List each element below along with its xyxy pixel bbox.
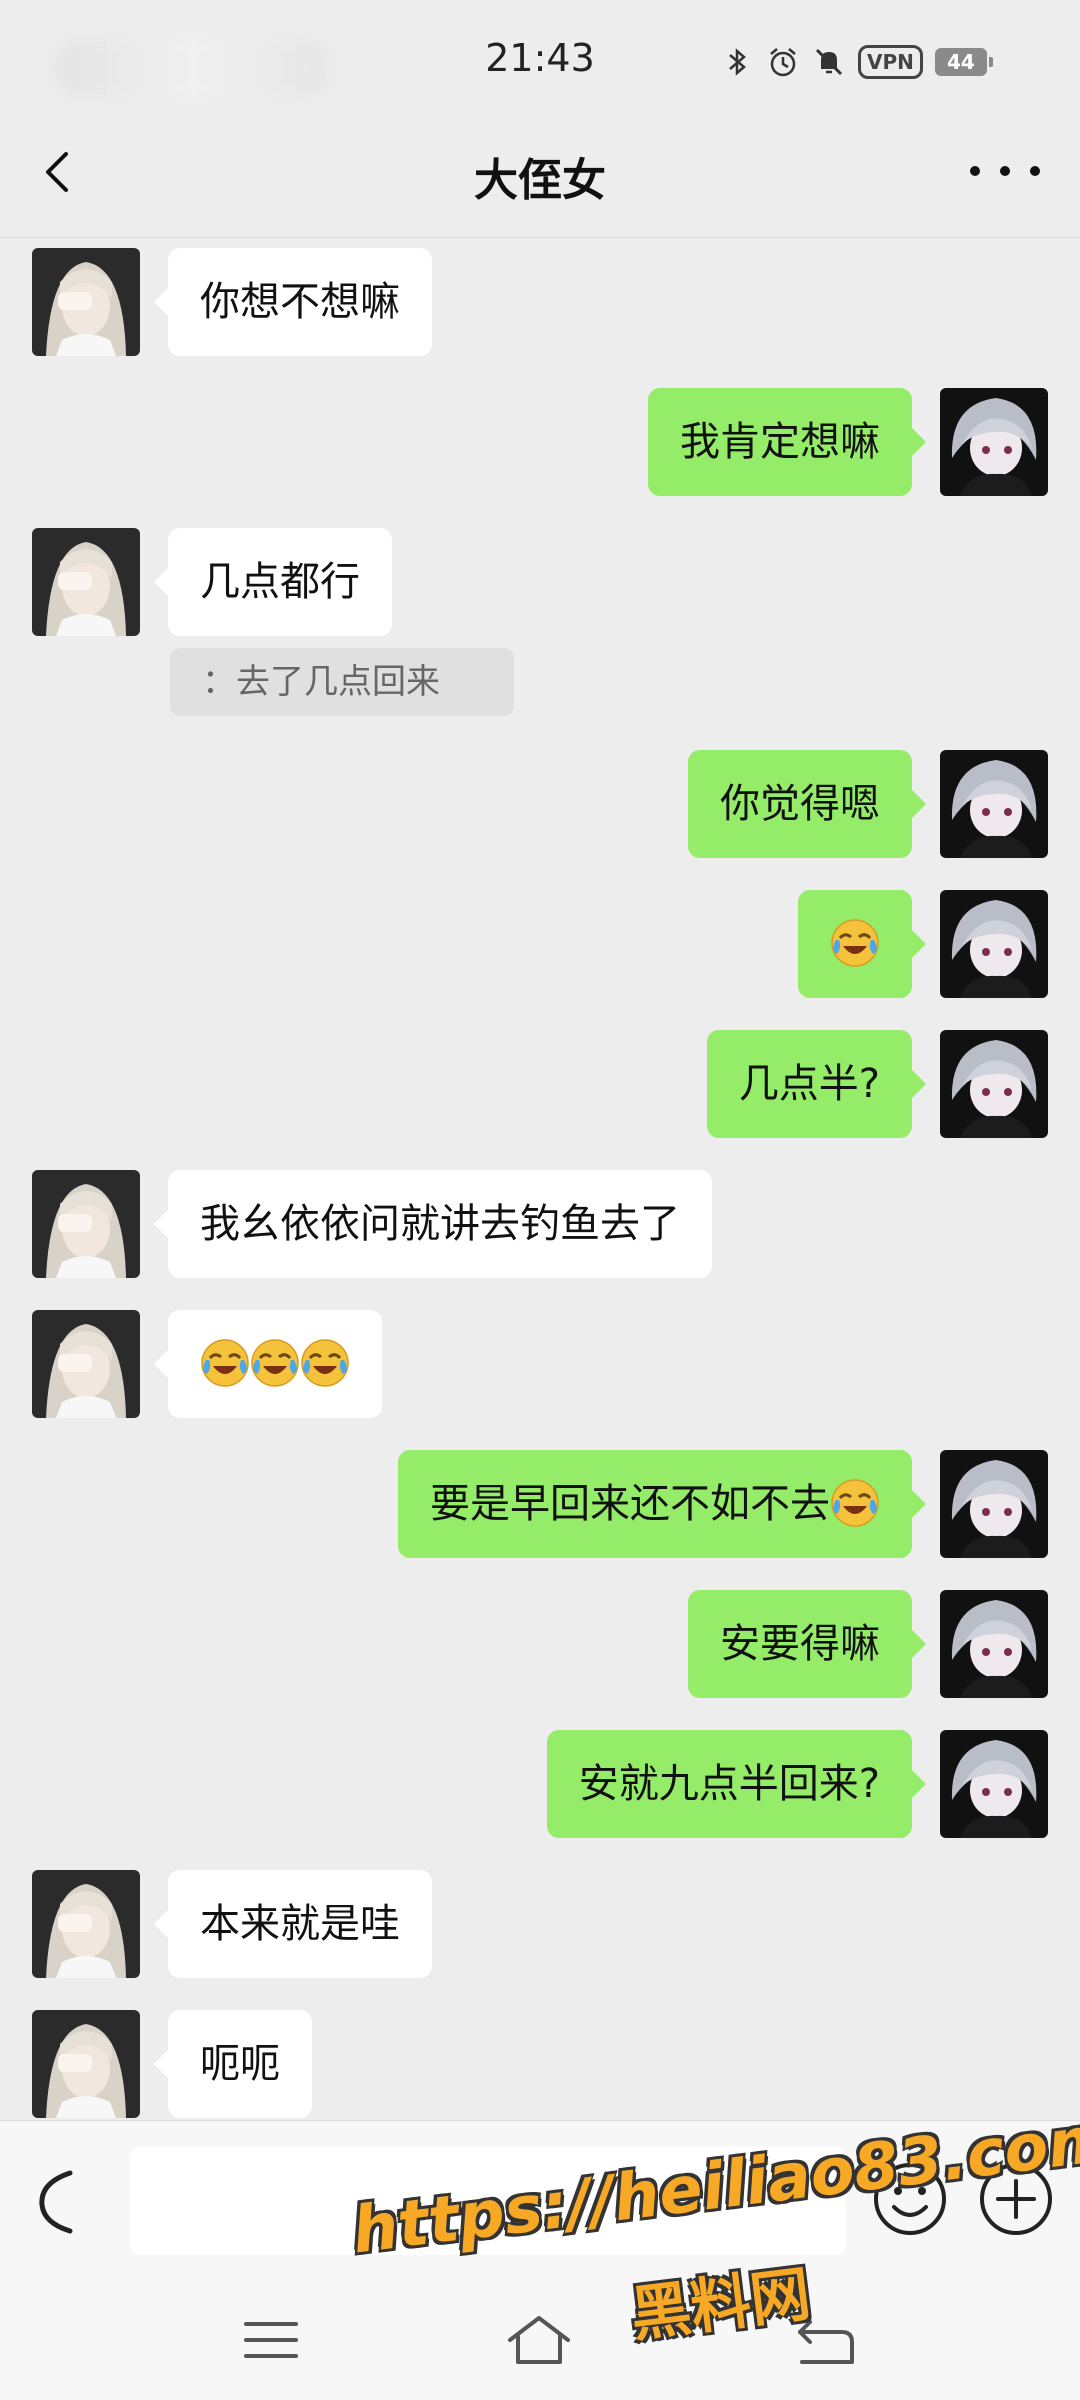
back-icon[interactable]	[790, 2310, 860, 2370]
message-row: 几点半?	[0, 1030, 1080, 1138]
face-with-tears-of-joy-icon	[830, 1478, 880, 1528]
plus-icon[interactable]	[974, 2157, 1058, 2241]
message-input[interactable]	[130, 2147, 846, 2255]
message-bubble[interactable]: 安就九点半回来?	[546, 1730, 927, 1838]
quoted-reply[interactable]: ：去了几点回来	[170, 648, 514, 716]
message-row	[0, 890, 1080, 998]
message-bubble[interactable]	[154, 1310, 382, 1418]
menu-icon[interactable]	[236, 2310, 306, 2370]
message-bubble[interactable]: 安要得嘛	[688, 1590, 926, 1698]
contact-avatar[interactable]	[32, 528, 140, 636]
voice-icon[interactable]	[26, 2161, 96, 2241]
contact-avatar[interactable]	[32, 248, 140, 356]
chat-header: 大侄女	[0, 120, 1080, 238]
my-avatar[interactable]	[940, 1030, 1048, 1138]
message-bubble[interactable]: 我肯定想嘛	[648, 388, 926, 496]
message-bubble[interactable]: 要是早回来还不如不去	[398, 1450, 926, 1558]
message-bubble[interactable]: 几点都行	[154, 528, 392, 636]
alarm-icon	[770, 48, 796, 77]
system-nav-bar	[0, 2280, 1080, 2400]
home-icon[interactable]	[504, 2310, 574, 2370]
contact-avatar[interactable]	[32, 1170, 140, 1278]
face-with-tears-of-joy-icon	[830, 918, 880, 968]
message-bubble[interactable]: 你觉得嗯	[688, 750, 926, 858]
message-list[interactable]: 你想不想嘛 我肯定想嘛 几点都行 ：去了几点回来 你觉得嗯 几点半? 我幺依依问…	[0, 238, 1080, 2120]
contact-avatar[interactable]	[32, 2010, 140, 2118]
message-bubble[interactable]: 几点半?	[706, 1030, 927, 1138]
more-dots-icon[interactable]	[970, 146, 1040, 196]
message-row: 安要得嘛	[0, 1590, 1080, 1698]
my-avatar[interactable]	[940, 750, 1048, 858]
message-row: 呃呃	[0, 2010, 1080, 2118]
mute-bell-icon	[815, 48, 843, 76]
message-row: 你觉得嗯	[0, 750, 1080, 858]
input-bar	[0, 2120, 1080, 2281]
my-avatar[interactable]	[940, 1730, 1048, 1838]
message-text: 要是早回来还不如不去	[430, 1481, 830, 1527]
message-row: 你想不想嘛	[0, 248, 1080, 356]
message-bubble[interactable]: 我幺依依问就讲去钓鱼去了	[154, 1170, 712, 1278]
face-with-tears-of-joy-icon	[300, 1338, 350, 1388]
message-row: 我肯定想嘛	[0, 388, 1080, 496]
face-with-tears-of-joy-icon	[200, 1338, 250, 1388]
my-avatar[interactable]	[940, 1590, 1048, 1698]
message-row: 安就九点半回来?	[0, 1730, 1080, 1838]
contact-avatar[interactable]	[32, 1310, 140, 1418]
message-row: 几点都行	[0, 528, 1080, 636]
my-avatar[interactable]	[940, 1450, 1048, 1558]
message-bubble[interactable]: 你想不想嘛	[154, 248, 432, 356]
message-bubble[interactable]: 本来就是哇	[154, 1870, 432, 1978]
contact-avatar[interactable]	[32, 1870, 140, 1978]
message-row: 要是早回来还不如不去	[0, 1450, 1080, 1558]
bluetooth-icon	[729, 48, 746, 76]
message-row	[0, 1310, 1080, 1418]
message-bubble[interactable]	[798, 890, 926, 998]
vpn-badge: VPN	[858, 45, 923, 79]
status-icons: VPN 44	[720, 40, 993, 84]
message-bubble[interactable]: 呃呃	[154, 2010, 312, 2118]
chat-title: 大侄女	[474, 155, 606, 206]
message-row: 本来就是哇	[0, 1870, 1080, 1978]
status-bar: 21:43 VPN 44	[0, 0, 1080, 120]
face-with-tears-of-joy-icon	[250, 1338, 300, 1388]
my-avatar[interactable]	[940, 388, 1048, 496]
emoji-icon[interactable]	[868, 2157, 952, 2241]
my-avatar[interactable]	[940, 890, 1048, 998]
battery-icon: 44	[934, 48, 993, 76]
message-row: 我幺依依问就讲去钓鱼去了	[0, 1170, 1080, 1278]
